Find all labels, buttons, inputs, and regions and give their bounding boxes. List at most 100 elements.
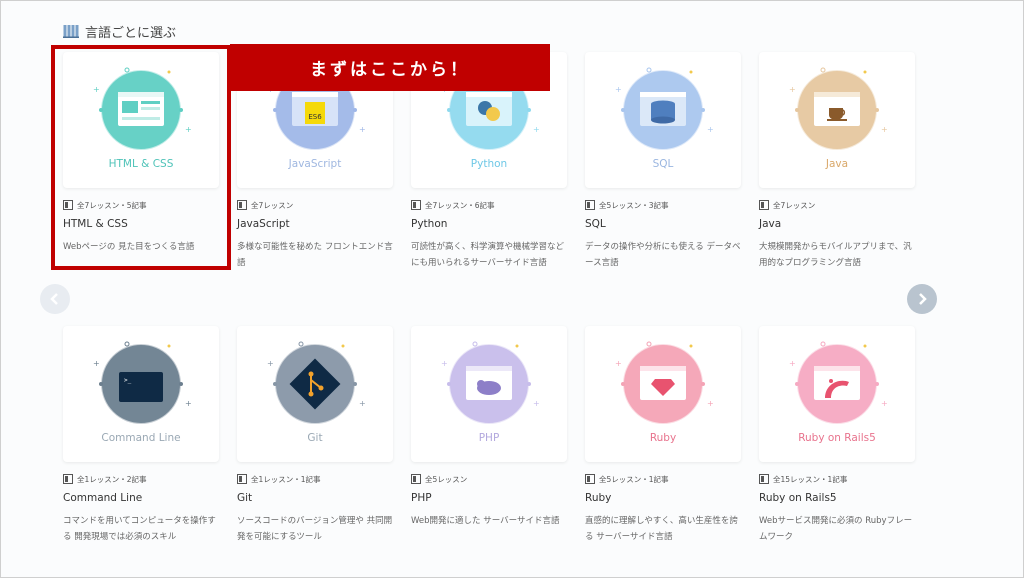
chevron-left-icon (50, 293, 58, 305)
book-icon (759, 200, 769, 210)
lesson-count: 全7レッスン (773, 200, 816, 210)
svg-text:+: + (615, 85, 622, 94)
svg-text:+: + (789, 359, 796, 368)
svg-text:+: + (881, 125, 888, 134)
course-thumbnail[interactable]: + + HTML & CSS (63, 52, 219, 188)
course-description: 多様な可能性を秘めた フロントエンド言語 (237, 242, 393, 268)
course-card-cmd[interactable]: + + >_ Command Line 全1レッスン・2記事 Command L… (63, 326, 221, 545)
book-icon (237, 474, 247, 484)
course-thumbnail[interactable]: + + Ruby on Rails5 (759, 326, 915, 462)
course-meta: 全5レッスン・1記事 (585, 473, 743, 485)
course-name[interactable]: Python (411, 218, 569, 234)
course-description: Webサービス開発に必須の Rubyフレームワーク (759, 516, 913, 542)
svg-text:+: + (359, 125, 366, 134)
lesson-count: 全5レッスン (425, 474, 468, 484)
course-meta: 全15レッスン・1記事 (759, 473, 917, 485)
svg-text:+: + (359, 399, 366, 408)
svg-text:+: + (185, 399, 192, 408)
course-description: 可読性が高く、科学演算や機械学習などにも用いられるサーバーサイド言語 (411, 242, 565, 268)
svg-text:+: + (93, 85, 100, 94)
course-card-html[interactable]: + + HTML & CSS 全7レッスン・5記事 HTML & CSS Web… (63, 52, 221, 255)
course-thumbnail[interactable]: + + Java (759, 52, 915, 188)
svg-text:+: + (789, 85, 796, 94)
course-description: 大規模開発からモバイルアプリまで、汎用的なプログラミング言語 (759, 242, 912, 268)
course-name[interactable]: PHP (411, 492, 569, 508)
svg-text:+: + (533, 399, 540, 408)
svg-text:+: + (267, 359, 274, 368)
book-icon (63, 474, 73, 484)
carousel-next-button[interactable] (907, 284, 937, 314)
book-icon (759, 474, 769, 484)
book-icon (237, 200, 247, 210)
course-description: ソースコードのバージョン管理や 共同開発を可能にするツール (237, 516, 393, 542)
course-card-ruby[interactable]: + + Ruby 全5レッスン・1記事 Ruby 直感的に理解しやすく、高い生産… (585, 326, 743, 545)
callout-banner: まずはここから！ (230, 44, 550, 91)
thumbnail-label: Git (307, 432, 323, 444)
thumbnail-label: PHP (478, 432, 500, 444)
course-card-git[interactable]: + + Git 全1レッスン・1記事 Git ソースコードのバージョン管理や 共… (237, 326, 395, 545)
course-name[interactable]: Ruby (585, 492, 743, 508)
course-description: 直感的に理解しやすく、高い生産性を誇る サーバーサイド言語 (585, 516, 738, 542)
thumbnail-label: HTML & CSS (108, 158, 174, 170)
lesson-count: 全15レッスン・1記事 (773, 474, 848, 484)
lesson-count: 全5レッスン・1記事 (599, 474, 669, 484)
course-name[interactable]: JavaScript (237, 218, 395, 234)
library-icon (63, 25, 79, 38)
course-thumbnail[interactable]: + + PHP (411, 326, 567, 462)
thumbnail-label: JavaScript (288, 158, 342, 170)
thumbnail-label: SQL (652, 158, 674, 170)
book-icon (585, 200, 595, 210)
svg-text:+: + (615, 359, 622, 368)
book-icon (411, 200, 421, 210)
course-meta: 全5レッスン (411, 473, 569, 485)
course-name[interactable]: SQL (585, 218, 743, 234)
course-name[interactable]: Command Line (63, 492, 221, 508)
course-card-rails[interactable]: + + Ruby on Rails5 全15レッスン・1記事 Ruby on R… (759, 326, 917, 545)
svg-text:ES6: ES6 (308, 113, 322, 121)
thumbnail-label: Ruby (649, 432, 677, 444)
course-card-sql[interactable]: + + SQL 全5レッスン・3記事 SQL データの操作や分析にも使える デー… (585, 52, 743, 271)
course-thumbnail[interactable]: + + Ruby (585, 326, 741, 462)
book-icon (63, 200, 73, 210)
course-description: データの操作や分析にも使える データベース言語 (585, 242, 741, 268)
course-description: Webページの 見た目をつくる言語 (63, 242, 195, 252)
course-description: コマンドを用いてコンピュータを操作する 開発現場では必須のスキル (63, 516, 216, 542)
course-meta: 全7レッスン・5記事 (63, 199, 221, 211)
lesson-count: 全7レッスン・6記事 (425, 200, 495, 210)
thumbnail-label: Python (470, 158, 508, 170)
course-meta: 全7レッスン (759, 199, 917, 211)
svg-text:>_: >_ (124, 377, 132, 384)
course-thumbnail[interactable]: + + Git (237, 326, 393, 462)
lesson-count: 全7レッスン・5記事 (77, 200, 147, 210)
svg-text:+: + (881, 399, 888, 408)
lesson-count: 全1レッスン・2記事 (77, 474, 147, 484)
book-icon (585, 474, 595, 484)
thumbnail-label: Java (825, 158, 849, 170)
svg-text:+: + (93, 359, 100, 368)
course-description: Web開発に適した サーバーサイド言語 (411, 516, 560, 526)
course-name[interactable]: Git (237, 492, 395, 508)
course-meta: 全1レッスン・1記事 (237, 473, 395, 485)
course-name[interactable]: Ruby on Rails5 (759, 492, 917, 508)
course-card-java[interactable]: + + Java 全7レッスン Java 大規模開発からモバイルアプリまで、汎用… (759, 52, 917, 271)
course-thumbnail[interactable]: + + SQL (585, 52, 741, 188)
carousel-prev-button[interactable] (40, 284, 70, 314)
course-meta: 全7レッスン・6記事 (411, 199, 569, 211)
course-name[interactable]: HTML & CSS (63, 218, 221, 234)
section-header: 言語ごとに選ぶ (63, 21, 176, 41)
section-title: 言語ごとに選ぶ (85, 25, 177, 41)
course-name[interactable]: Java (759, 218, 917, 234)
book-icon (411, 474, 421, 484)
thumbnail-label: Command Line (101, 432, 181, 444)
course-meta: 全1レッスン・2記事 (63, 473, 221, 485)
course-meta: 全5レッスン・3記事 (585, 199, 743, 211)
svg-text:+: + (707, 399, 714, 408)
svg-text:+: + (533, 125, 540, 134)
svg-text:+: + (441, 359, 448, 368)
course-card-php[interactable]: + + PHP 全5レッスン PHP Web開発に適した サーバーサイド言語 (411, 326, 569, 529)
course-meta: 全7レッスン (237, 199, 395, 211)
course-thumbnail[interactable]: + + >_ Command Line (63, 326, 219, 462)
thumbnail-label: Ruby on Rails5 (798, 432, 876, 444)
lesson-count: 全1レッスン・1記事 (251, 474, 321, 484)
lesson-count: 全5レッスン・3記事 (599, 200, 669, 210)
